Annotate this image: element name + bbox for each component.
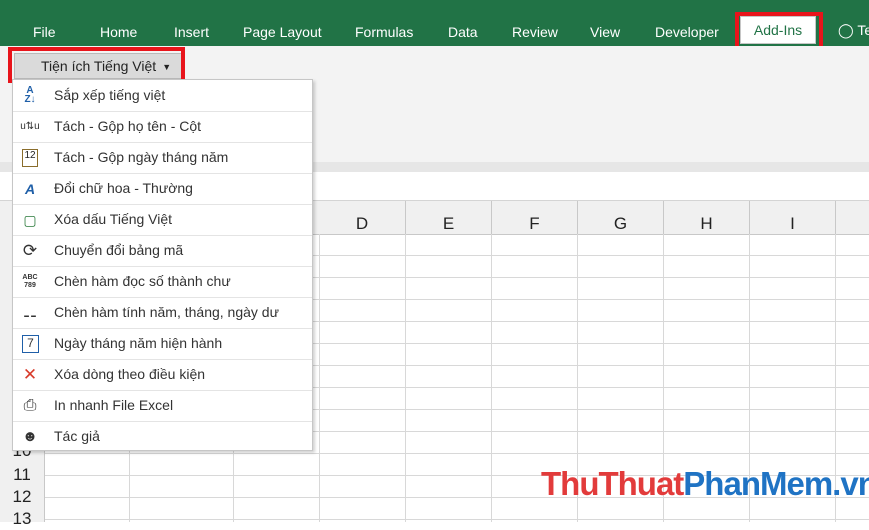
- row-header-12[interactable]: 12: [0, 486, 44, 508]
- tell-me-label: Te: [857, 22, 869, 38]
- watermark-part2: PhanMem: [683, 465, 833, 502]
- column-header-f[interactable]: F: [492, 201, 578, 234]
- highlight-box-tien-ich: [8, 47, 185, 83]
- tab-formulas[interactable]: Formulas: [355, 0, 413, 46]
- author-icon: ☻: [22, 428, 38, 445]
- tien-ich-dropdown-menu: A Z↓ Sắp xếp tiếng việt u⇅u Tách - Gộp họ…: [12, 79, 313, 451]
- grid-line: [405, 234, 406, 522]
- menu-item-label: Xóa dấu Tiếng Việt: [54, 211, 173, 227]
- lightbulb-icon: ◯: [838, 22, 854, 38]
- tab-view[interactable]: View: [590, 0, 620, 46]
- menu-item-xoa-dau[interactable]: ▢ Xóa dấu Tiếng Việt: [13, 204, 312, 236]
- menu-item-label: Đổi chữ hoa - Thường: [54, 180, 193, 196]
- split-merge-icon: u⇅u: [20, 121, 40, 132]
- tab-file[interactable]: File: [33, 0, 56, 46]
- menu-item-label: Xóa dòng theo điều kiện: [54, 366, 206, 382]
- change-case-icon: A: [24, 181, 36, 197]
- menu-item-label: Chuyển đổi bảng mã: [54, 242, 184, 258]
- menu-item-label: Chèn hàm đọc số thành chư: [54, 273, 231, 289]
- function-key-icon: ⚋: [22, 304, 38, 321]
- column-header-e[interactable]: E: [406, 201, 492, 234]
- convert-encoding-icon: ⟳: [22, 241, 38, 260]
- menu-item-ngay-hien-hanh[interactable]: 7 Ngày tháng năm hiện hành: [13, 328, 312, 360]
- number-to-text-icon: ABC 789: [22, 274, 38, 289]
- tab-page-layout[interactable]: Page Layout: [243, 0, 322, 46]
- tab-data[interactable]: Data: [448, 0, 478, 46]
- menu-item-label: Ngày tháng năm hiện hành: [54, 335, 223, 351]
- menu-item-doi-chu-hoa[interactable]: A Đổi chữ hoa - Thường: [13, 173, 312, 205]
- menu-item-doc-so[interactable]: ABC 789 Chèn hàm đọc số thành chư: [13, 266, 312, 298]
- watermark-part3: .vn: [832, 465, 869, 502]
- menu-item-chuyen-doi-bang-ma[interactable]: ⟳ Chuyển đổi bảng mã: [13, 235, 312, 267]
- watermark-logo: ThuThuatPhanMem.vn: [541, 465, 869, 503]
- grid-line: [491, 234, 492, 522]
- tab-insert[interactable]: Insert: [174, 0, 209, 46]
- column-header-g[interactable]: G: [578, 201, 664, 234]
- menu-item-tinh-nam-thang[interactable]: ⚋ Chèn hàm tính năm, tháng, ngày dư: [13, 297, 312, 329]
- current-date-icon: 7: [22, 335, 39, 353]
- grid-line: [319, 234, 320, 522]
- row-header-11[interactable]: 11: [0, 464, 44, 486]
- highlight-box-add-ins: [735, 12, 823, 50]
- tab-developer[interactable]: Developer: [655, 0, 719, 46]
- menu-item-label: Tác giả: [54, 428, 100, 444]
- menu-item-label: In nhanh File Excel: [54, 397, 174, 413]
- menu-item-tach-gop-ho-ten[interactable]: u⇅u Tách - Gộp họ tên - Cột: [13, 111, 312, 143]
- column-header-h[interactable]: H: [664, 201, 750, 234]
- menu-item-label: Sắp xếp tiếng việt: [54, 87, 166, 103]
- menu-item-label: Chèn hàm tính năm, tháng, ngày dư: [54, 304, 279, 320]
- column-header-i[interactable]: I: [750, 201, 836, 234]
- tab-review[interactable]: Review: [512, 0, 558, 46]
- menu-item-sap-xep[interactable]: A Z↓ Sắp xếp tiếng việt: [13, 80, 312, 112]
- column-header-d[interactable]: D: [319, 201, 406, 234]
- row-header-13[interactable]: 13: [0, 508, 44, 530]
- remove-accents-icon: ▢: [23, 212, 37, 228]
- menu-item-in-nhanh[interactable]: ⎙ In nhanh File Excel: [13, 390, 312, 422]
- menu-item-tac-gia[interactable]: ☻ Tác giả: [13, 421, 312, 452]
- delete-x-icon: ✕: [22, 365, 38, 384]
- menu-item-label: Tách - Gộp họ tên - Cột: [54, 118, 202, 134]
- watermark-part1: ThuThuat: [541, 465, 684, 502]
- sort-az-icon: A Z↓: [24, 85, 36, 105]
- calendar-split-icon: 12: [22, 149, 38, 167]
- menu-item-xoa-dong[interactable]: ✕ Xóa dòng theo điều kiện: [13, 359, 312, 391]
- printer-icon: ⎙: [23, 397, 37, 414]
- menu-item-tach-gop-ngay[interactable]: 12 Tách - Gộp ngày tháng năm: [13, 142, 312, 174]
- tell-me-search[interactable]: ◯ Te: [838, 22, 869, 39]
- tab-home[interactable]: Home: [100, 0, 137, 46]
- menu-item-label: Tách - Gộp ngày tháng năm: [54, 149, 229, 165]
